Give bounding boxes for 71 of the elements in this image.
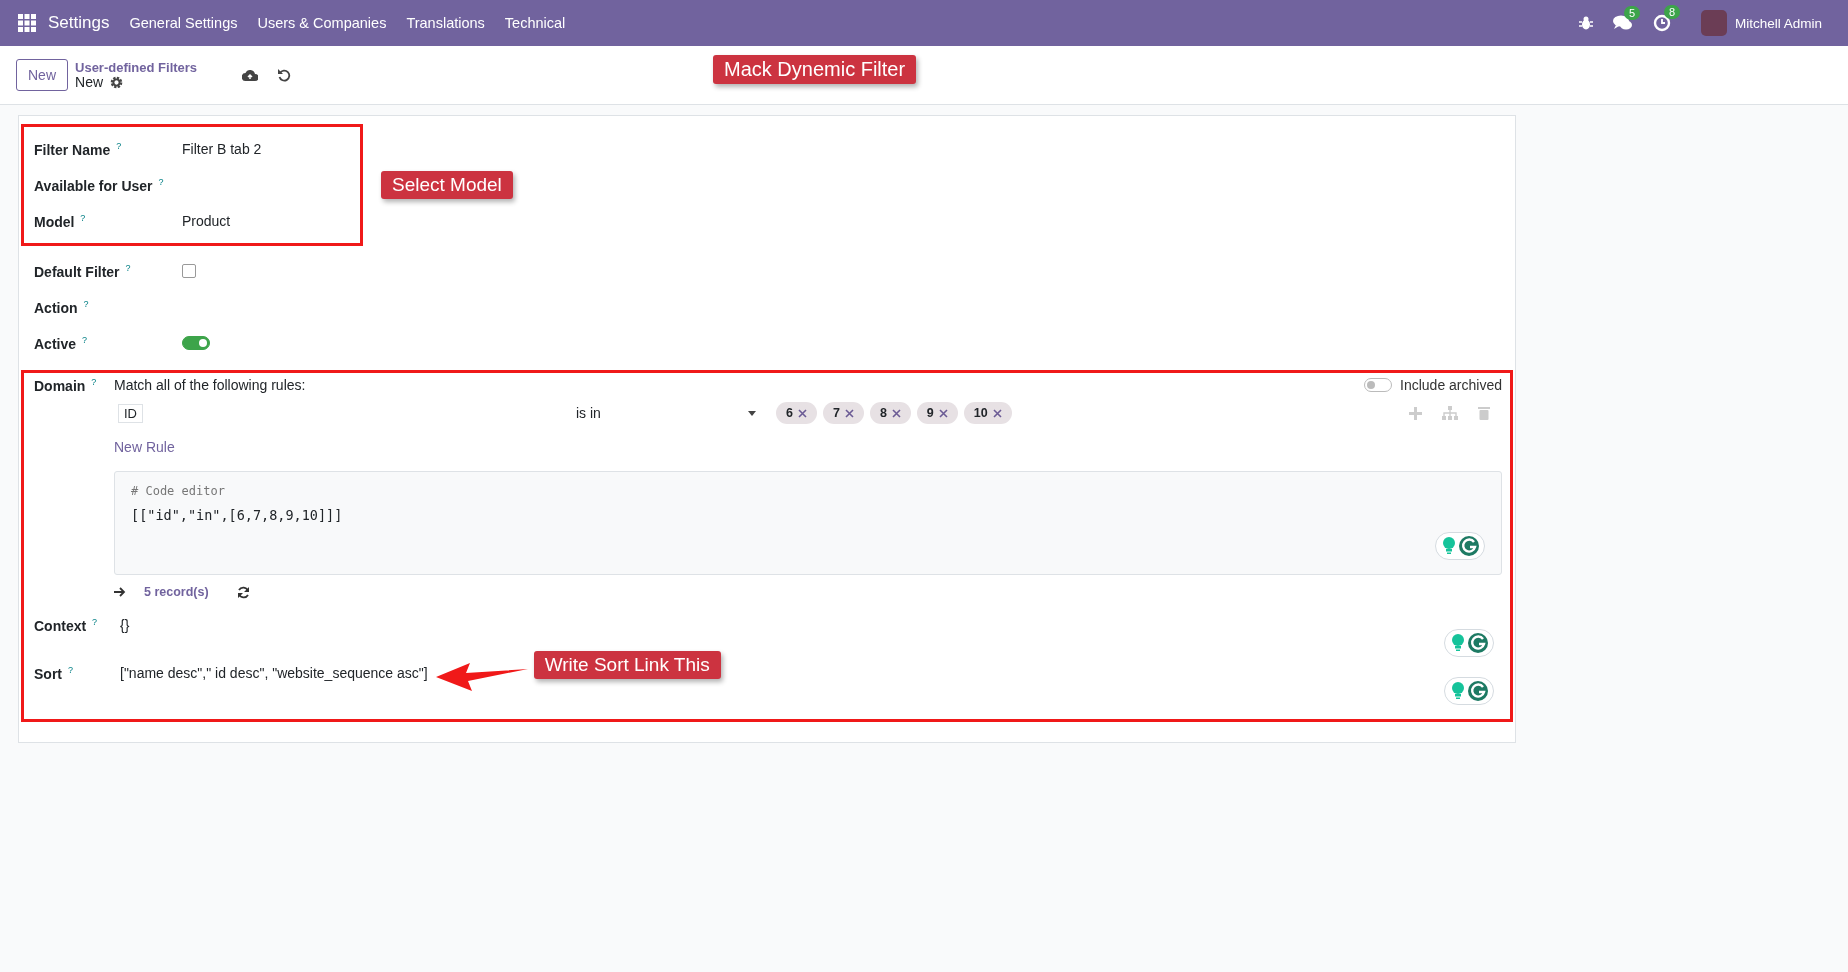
menu-item[interactable]: Translations [406,15,485,31]
help-tooltip-mark[interactable]: ? [125,262,131,273]
toggle-switch[interactable] [1364,378,1393,392]
bug-icon[interactable] [1578,16,1593,30]
value-tag: 7 [822,402,864,424]
bulb-widget-icon[interactable] [1444,629,1494,657]
checkbox[interactable] [182,264,196,278]
toggle-switch[interactable] [182,336,210,350]
annotation-callout: Mack Dynemic Filter [713,55,917,84]
code-comment: # Code editor [131,484,226,498]
field-label: Model [34,213,75,230]
field-selector[interactable]: ID [118,404,143,423]
code-text: [["id","in",[6,7,8,9,10]]] [131,507,344,523]
code-editor[interactable]: # Code editor [["id","in",[6,7,8,9,10]]] [114,471,1502,575]
field-label: Filter Name [34,141,111,158]
notification-badge: 5 [1623,6,1641,20]
match-rules-text: Match all of the following rules: [114,377,306,393]
menu-item[interactable]: Users & Companies [257,15,387,31]
menu-item[interactable]: General Settings [129,15,238,31]
refresh-icon[interactable] [236,585,250,599]
apps-menu-icon[interactable] [18,14,36,32]
records-link[interactable]: 5 record(s) [144,585,209,599]
field-label: Active [34,335,77,352]
help-tooltip-mark[interactable]: ? [158,176,164,187]
field-label: Context [34,617,87,634]
field-label: Default Filter [34,263,120,280]
help-tooltip-mark[interactable]: ? [91,377,97,387]
help-tooltip-mark[interactable]: ? [67,665,73,675]
value-tag: 9 [916,402,958,424]
field-label: Sort [34,665,62,682]
cloud-upload-icon[interactable] [242,69,259,81]
notification-badge: 8 [1663,5,1681,19]
field-value[interactable]: Product [182,213,231,229]
remove-icon[interactable] [844,408,854,418]
remove-icon[interactable] [938,408,948,418]
menu-item[interactable]: Technical [504,15,566,31]
field-value[interactable]: Filter B tab 2 [182,141,262,157]
field-value[interactable]: ["name desc"," id desc", "website_sequence asc"] [120,665,428,681]
help-tooltip-mark[interactable]: ? [116,140,122,151]
field-label: Domain [34,377,86,394]
remove-icon[interactable] [891,408,901,418]
arrow-right-icon [114,587,126,597]
field-label: Action [34,299,78,316]
field-value[interactable]: {} [120,617,130,633]
app-name[interactable]: Settings [48,13,110,33]
undo-icon[interactable] [277,68,292,82]
operator-select[interactable]: is in [576,405,756,421]
annotation-callout: Select Model [381,171,513,199]
field-label: Available for User [34,177,153,194]
remove-icon[interactable] [992,408,1002,418]
breadcrumb-current: New [75,75,104,90]
value-tag: 10 [963,402,1012,424]
value-tag: 6 [776,402,817,424]
new-button[interactable]: New [16,59,68,91]
caret-icon [748,410,756,416]
bulb-widget-icon[interactable] [1435,532,1485,560]
chat-icon[interactable] [1612,15,1633,31]
breadcrumb-link[interactable]: User-defined Filters [75,60,198,75]
annotation-callout: Write Sort Link This [533,651,721,679]
help-tooltip-mark[interactable]: ? [81,334,87,345]
bulb-widget-icon[interactable] [1444,677,1494,705]
help-tooltip-mark[interactable]: ? [80,212,86,223]
help-tooltip-mark[interactable]: ? [92,617,98,627]
user-name[interactable]: Mitchell Admin [1734,15,1822,31]
clock-icon[interactable] [1652,14,1671,32]
help-tooltip-mark[interactable]: ? [83,298,89,309]
new-rule-link[interactable]: New Rule [114,439,175,455]
toggle-label: Include archived [1400,377,1502,393]
settings-icon[interactable] [110,76,124,89]
remove-icon[interactable] [797,408,807,418]
value-tag: 8 [869,402,911,424]
